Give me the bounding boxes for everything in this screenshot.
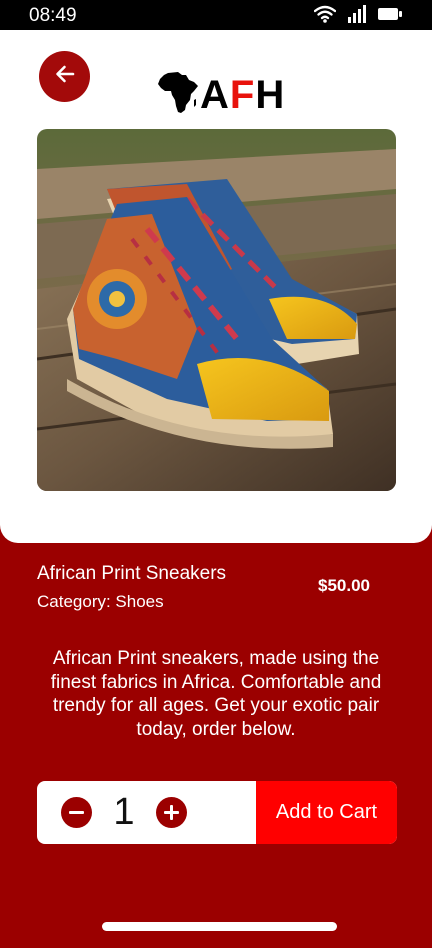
product-detail-screen: 08:49 AFH African Print Sneakers Categor… — [0, 0, 432, 948]
wifi-icon — [313, 5, 337, 28]
add-to-cart-button[interactable]: Add to Cart — [256, 781, 397, 844]
status-bar: 08:49 — [0, 0, 432, 30]
signal-icon — [348, 5, 366, 28]
logo-text: AFH — [200, 75, 285, 115]
status-icons — [313, 5, 402, 28]
product-category: Category: Shoes — [37, 592, 164, 611]
product-image — [37, 129, 396, 491]
battery-icon — [378, 6, 402, 27]
quantity-stepper: 1 — [37, 781, 256, 844]
minus-icon[interactable] — [61, 797, 92, 828]
logo-letter-h: H — [255, 73, 286, 117]
cart-bar: 1 Add to Cart — [37, 781, 397, 844]
quantity-value: 1 — [113, 791, 135, 833]
product-description: African Print sneakers, made using the f… — [50, 648, 382, 740]
home-indicator[interactable] — [102, 922, 337, 931]
logo-letter-a: A — [200, 73, 230, 117]
status-time: 08:49 — [29, 5, 77, 26]
plus-icon[interactable] — [156, 797, 187, 828]
arrow-left-icon — [52, 61, 78, 92]
back-button[interactable] — [39, 51, 90, 102]
product-price: $50.00 — [318, 576, 370, 595]
logo-letter-f: F — [229, 73, 256, 117]
brand-logo: AFH — [158, 71, 285, 119]
product-image-card: AFH — [0, 30, 432, 543]
product-name: African Print Sneakers — [37, 563, 227, 584]
africa-map-icon — [158, 71, 198, 119]
